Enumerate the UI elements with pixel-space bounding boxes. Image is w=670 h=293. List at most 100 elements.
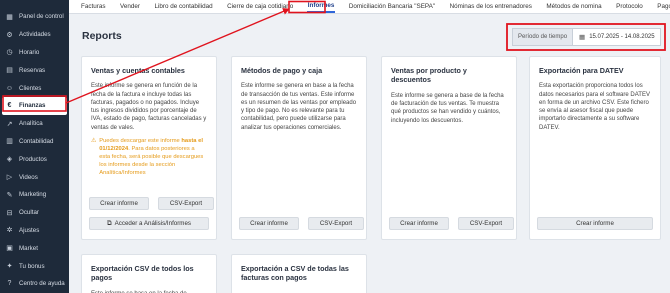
tab-cierre-de-caja[interactable]: Cierre de caja cotidiano	[226, 1, 294, 12]
sidebar-item-label: Reservas	[19, 66, 46, 74]
tab-protocolo[interactable]: Protocolo	[615, 1, 644, 12]
report-card-csv-pagos: Exportación CSV de todos los pagos Este …	[81, 254, 217, 293]
csv-export-button[interactable]: CSV-Export	[458, 217, 514, 230]
access-analytics-label: Acceder a Análisis/Informes	[114, 220, 191, 227]
calendar-icon: ▤	[6, 67, 13, 75]
card3-button-row: Crear informe CSV-Export	[389, 217, 514, 230]
warning-notice: ⚠ Puedes descargar este informe hasta el…	[82, 132, 216, 178]
sidebar-item-videos[interactable]: ▷ Videos	[0, 168, 69, 186]
tab-vender[interactable]: Vender	[119, 1, 141, 12]
csv-export-button[interactable]: CSV-Export	[308, 217, 364, 230]
card-description: Este informe se genera a base de la fech…	[391, 92, 504, 124]
sidebar-item-clientes[interactable]: ☺ Clientes	[0, 79, 69, 97]
period-label: Período de tiempo	[513, 29, 574, 45]
box-icon: ◈	[6, 156, 13, 164]
play-icon: ▷	[6, 174, 13, 182]
card-description: Este informe se genera en base a la fech…	[241, 83, 357, 131]
gear-icon: ✲	[6, 227, 13, 235]
sidebar-item-ocultar[interactable]: ⊟ Ocultar	[0, 204, 69, 222]
sidebar-item-label: Ajustes	[19, 226, 40, 234]
sidebar-item-panel-de-control[interactable]: ▦ Panel de control	[0, 8, 69, 26]
card-description: Este informe se genera en función de la …	[91, 83, 207, 131]
sidebar-item-label: Productos	[19, 155, 47, 163]
card-title: Exportación para DATEV	[539, 66, 624, 75]
warning-icon: ⚠	[91, 137, 97, 144]
card-description: Este informe se basa en la fecha de	[82, 283, 216, 293]
clock-icon: ◷	[6, 49, 13, 57]
megaphone-icon: ✎	[6, 191, 13, 199]
access-analytics-button[interactable]: ⧉ Acceder a Análisis/Informes	[89, 217, 209, 230]
tab-facturas[interactable]: Facturas	[80, 1, 107, 12]
sidebar-item-horario[interactable]: ◷ Horario	[0, 44, 69, 62]
sidebar-item-finanzas[interactable]: € Finanzas	[2, 96, 67, 115]
sidebar: ▦ Panel de control ⚙ Actividades ◷ Horario …	[0, 0, 69, 293]
chart-icon: ↗	[6, 120, 13, 128]
sidebar-item-contabilidad[interactable]: ▥ Contabilidad	[0, 133, 69, 151]
hide-icon: ⊟	[6, 209, 13, 217]
sidebar-item-ajustes[interactable]: ✲ Ajustes	[0, 222, 69, 240]
ledger-icon: ▥	[6, 138, 13, 146]
tab-libro-de-contabilidad[interactable]: Libro de contabilidad	[153, 1, 213, 12]
help-icon: ?	[7, 280, 12, 288]
period-value-field[interactable]: ▦ 15.07.2025 - 14.08.2025	[573, 33, 655, 41]
card-title: Ventas y cuentas contables	[91, 66, 185, 75]
report-card-ventas-cuentas: Ventas y cuentas contables Este informe …	[81, 56, 217, 240]
card-title: Métodos de pago y caja	[241, 66, 323, 75]
report-card-csv-facturas: Exportación a CSV de todas las facturas …	[231, 254, 367, 293]
sidebar-item-label: Centro de ayuda	[19, 280, 65, 288]
create-report-button[interactable]: Crear informe	[239, 217, 299, 230]
sidebar-item-productos[interactable]: ◈ Productos	[0, 150, 69, 168]
sidebar-item-label: Market	[19, 244, 38, 252]
user-icon: ☺	[5, 84, 14, 92]
card-title: Exportación a CSV de todas las facturas …	[241, 264, 349, 283]
create-report-button[interactable]: Crear informe	[389, 217, 449, 230]
sidebar-item-analitica[interactable]: ↗ Analítica	[0, 115, 69, 133]
euro-icon: €	[7, 102, 12, 110]
sidebar-item-label: Ocultar	[19, 209, 39, 217]
sidebar-item-label: Finanzas	[19, 102, 46, 110]
grid-icon: ▦	[6, 13, 13, 21]
sidebar-item-label: Tu bonus	[19, 262, 45, 270]
sidebar-item-market[interactable]: ▣ Market	[0, 239, 69, 257]
report-card-datev: Exportación para DATEV Esta exportación …	[529, 56, 661, 240]
sidebar-item-label: Panel de control	[19, 13, 64, 21]
card-title: Exportación CSV de todos los pagos	[91, 264, 194, 283]
sidebar-item-reservas[interactable]: ▤ Reservas	[0, 61, 69, 79]
market-icon: ▣	[6, 245, 13, 253]
sidebar-item-actividades[interactable]: ⚙ Actividades	[0, 26, 69, 44]
period-selector[interactable]: Período de tiempo ▦ 15.07.2025 - 14.08.2…	[512, 28, 661, 46]
csv-export-button[interactable]: CSV-Export	[158, 197, 214, 210]
sidebar-item-label: Analítica	[19, 120, 43, 128]
report-card-ventas-producto: Ventas por producto y descuentos Este in…	[381, 56, 517, 240]
sidebar-item-tu-bonus[interactable]: ✦ Tu bonus	[0, 257, 69, 275]
create-report-button[interactable]: Crear informe	[537, 217, 653, 230]
period-value: 15.07.2025 - 14.08.2025	[589, 34, 655, 40]
warning-text-part: Puedes descargar este informe	[99, 137, 182, 144]
tab-informes[interactable]: Informes	[306, 0, 336, 13]
tab-domiciliacion-sepa[interactable]: Domiciliación Bancaria "SEPA"	[348, 1, 436, 12]
card2-button-row: Crear informe CSV-Export	[239, 217, 364, 230]
warning-text: Puedes descargar este informe hasta el 0…	[99, 138, 207, 178]
card1-button-row: Crear informe CSV-Export	[89, 197, 214, 210]
sidebar-item-label: Actividades	[19, 31, 51, 39]
external-link-icon: ⧉	[106, 219, 112, 227]
sidebar-item-label: Horario	[19, 48, 40, 56]
top-navigation: Facturas Vender Libro de contabilidad Ci…	[69, 0, 670, 14]
sidebar-item-label: Clientes	[19, 84, 42, 92]
activity-icon: ⚙	[6, 31, 13, 39]
sidebar-item-marketing[interactable]: ✎ Marketing	[0, 186, 69, 204]
page-title: Reports	[82, 30, 122, 42]
sidebar-item-label: Videos	[19, 173, 38, 181]
card-title: Ventas por producto y descuentos	[391, 66, 467, 85]
sidebar-item-centro-de-ayuda[interactable]: ? Centro de ayuda	[0, 275, 69, 293]
tab-metodos-de-nomina[interactable]: Métodos de nomina	[545, 1, 602, 12]
gift-icon: ✦	[6, 263, 13, 271]
tab-nominas-entrenadores[interactable]: Nóminas de los entrenadores	[449, 1, 533, 12]
calendar-icon: ▦	[579, 34, 586, 41]
sidebar-item-label: Contabilidad	[19, 137, 54, 145]
card-description: Esta exportación proporciona todos los d…	[539, 83, 650, 131]
create-report-button[interactable]: Crear informe	[89, 197, 149, 210]
report-card-metodos-pago: Métodos de pago y caja Este informe se g…	[231, 56, 367, 240]
tab-pagos-recurrentes[interactable]: Pagos recurrente	[656, 1, 670, 12]
sidebar-item-label: Marketing	[19, 191, 47, 199]
